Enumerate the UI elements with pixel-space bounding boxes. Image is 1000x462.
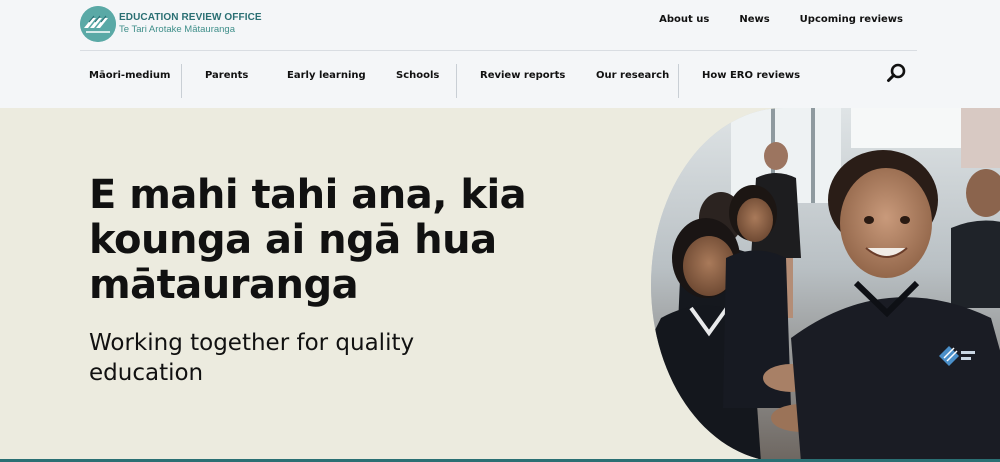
hero-banner: E mahi tahi ana, kia kounga ai ngā hua m… bbox=[0, 108, 1000, 462]
nav-parents[interactable]: Parents bbox=[205, 70, 248, 81]
search-icon[interactable] bbox=[886, 62, 908, 84]
hero-subheading: Working together for quality education bbox=[89, 330, 415, 386]
hero-photo bbox=[651, 108, 1000, 462]
nav-how-ero-reviews[interactable]: How ERO reviews bbox=[702, 70, 800, 81]
ero-logo[interactable]: EDUCATION REVIEW OFFICE Te Tari Arotake … bbox=[80, 6, 262, 42]
logo-title: EDUCATION REVIEW OFFICE bbox=[119, 12, 262, 24]
nav-upcoming-reviews[interactable]: Upcoming reviews bbox=[800, 14, 903, 25]
hero-heading: E mahi tahi ana, kia kounga ai ngā hua m… bbox=[89, 172, 527, 308]
nav-about-us[interactable]: About us bbox=[659, 14, 709, 25]
main-nav: Māori-medium Parents Early learning Scho… bbox=[80, 64, 920, 98]
nav-review-reports[interactable]: Review reports bbox=[480, 70, 565, 81]
nav-news[interactable]: News bbox=[739, 14, 769, 25]
nav-maori-medium[interactable]: Māori-medium bbox=[89, 70, 170, 81]
nav-our-research[interactable]: Our research bbox=[596, 70, 669, 81]
logo-subtitle: Te Tari Arotake Mātauranga bbox=[119, 24, 236, 36]
utility-nav: About us News Upcoming reviews bbox=[629, 14, 903, 25]
site-header: EDUCATION REVIEW OFFICE Te Tari Arotake … bbox=[0, 0, 1000, 108]
nav-separator bbox=[456, 64, 457, 98]
nav-separator bbox=[181, 64, 182, 98]
nav-schools[interactable]: Schools bbox=[396, 70, 439, 81]
ero-logo-icon bbox=[80, 6, 116, 42]
header-divider bbox=[80, 50, 917, 51]
nav-separator bbox=[678, 64, 679, 98]
nav-early-learning[interactable]: Early learning bbox=[287, 70, 366, 81]
